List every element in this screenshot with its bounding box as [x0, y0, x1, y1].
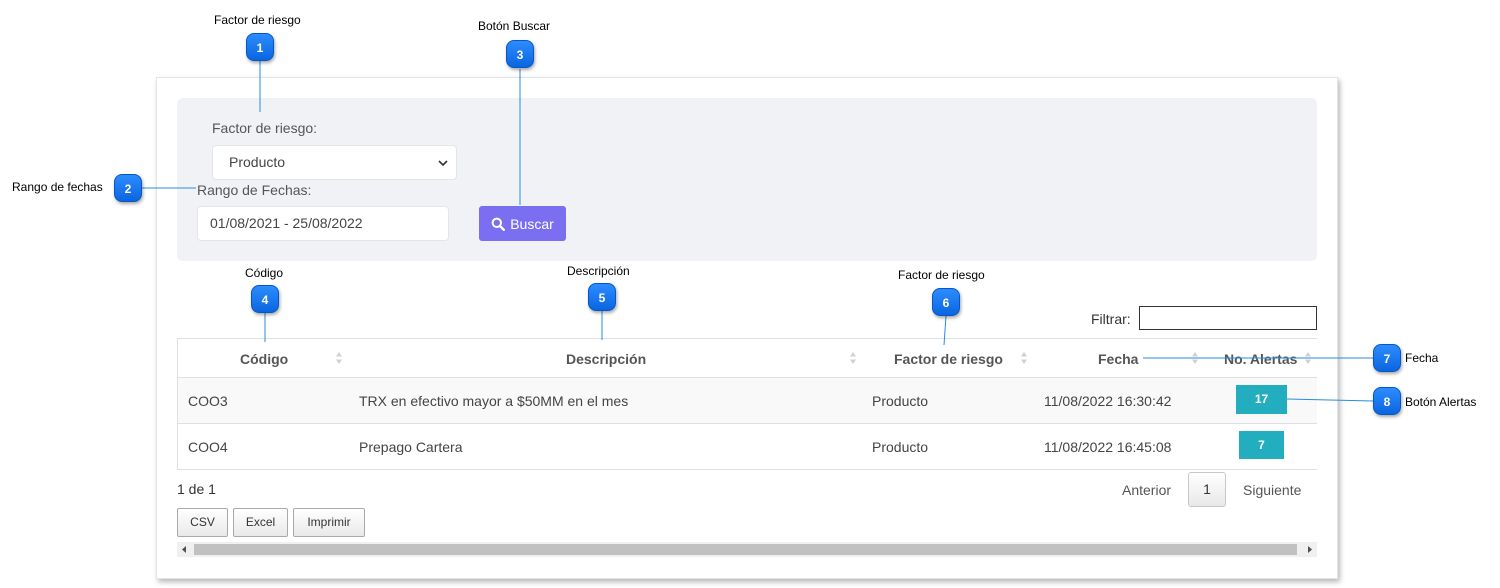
annotation-label-4: Código	[245, 266, 284, 280]
annotation-marker-4: 4	[251, 285, 279, 313]
annotation-lines	[142, 61, 1374, 402]
annotation-marker-8: 8	[1373, 387, 1401, 415]
annotation-label-2: Rango de fechas	[12, 180, 103, 194]
annotation-marker-6: 6	[932, 288, 960, 316]
annotation-label-3: Botón Buscar	[478, 19, 551, 33]
annotation-label-1: Factor de riesgo	[214, 13, 301, 27]
annotation-label-6: Factor de riesgo	[898, 268, 985, 282]
annotation-label-8: Botón Alertas	[1405, 395, 1477, 409]
annotation-label-7: Fecha	[1405, 351, 1439, 365]
annotation-marker-3: 3	[506, 40, 534, 68]
annotation-marker-2: 2	[114, 174, 142, 202]
annotation-marker-7: 7	[1373, 344, 1401, 372]
annotation-marker-5: 5	[588, 283, 616, 311]
annotation-label-5: Descripción	[567, 264, 630, 278]
annotation-marker-1: 1	[246, 33, 274, 61]
